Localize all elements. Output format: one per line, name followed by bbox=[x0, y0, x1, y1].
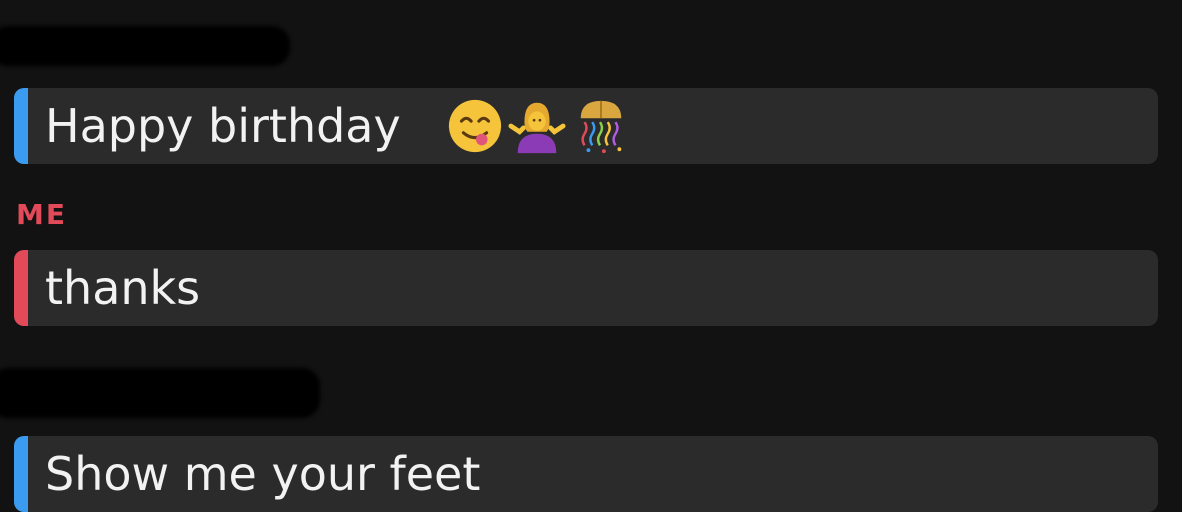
sender-accent-bar bbox=[14, 436, 28, 512]
message-bubble-me[interactable]: thanks bbox=[14, 250, 1158, 326]
message-text: Show me your feet bbox=[45, 447, 481, 501]
redacted-sender-name bbox=[0, 26, 290, 66]
confetti-ball-icon bbox=[580, 100, 622, 154]
sender-label-me: ME bbox=[16, 198, 67, 231]
message-text: Happy birthday bbox=[45, 99, 401, 153]
woman-shrugging-icon bbox=[508, 102, 566, 154]
yum-face-icon bbox=[448, 99, 502, 153]
sender-accent-bar bbox=[14, 250, 28, 326]
message-bubble-friend[interactable]: Show me your feet bbox=[14, 436, 1158, 512]
message-text: thanks bbox=[45, 261, 201, 315]
message-bubble-friend[interactable]: Happy birthday bbox=[14, 88, 1158, 164]
redacted-sender-name bbox=[0, 368, 320, 418]
sender-accent-bar bbox=[14, 88, 28, 164]
emoji-group bbox=[446, 94, 632, 158]
